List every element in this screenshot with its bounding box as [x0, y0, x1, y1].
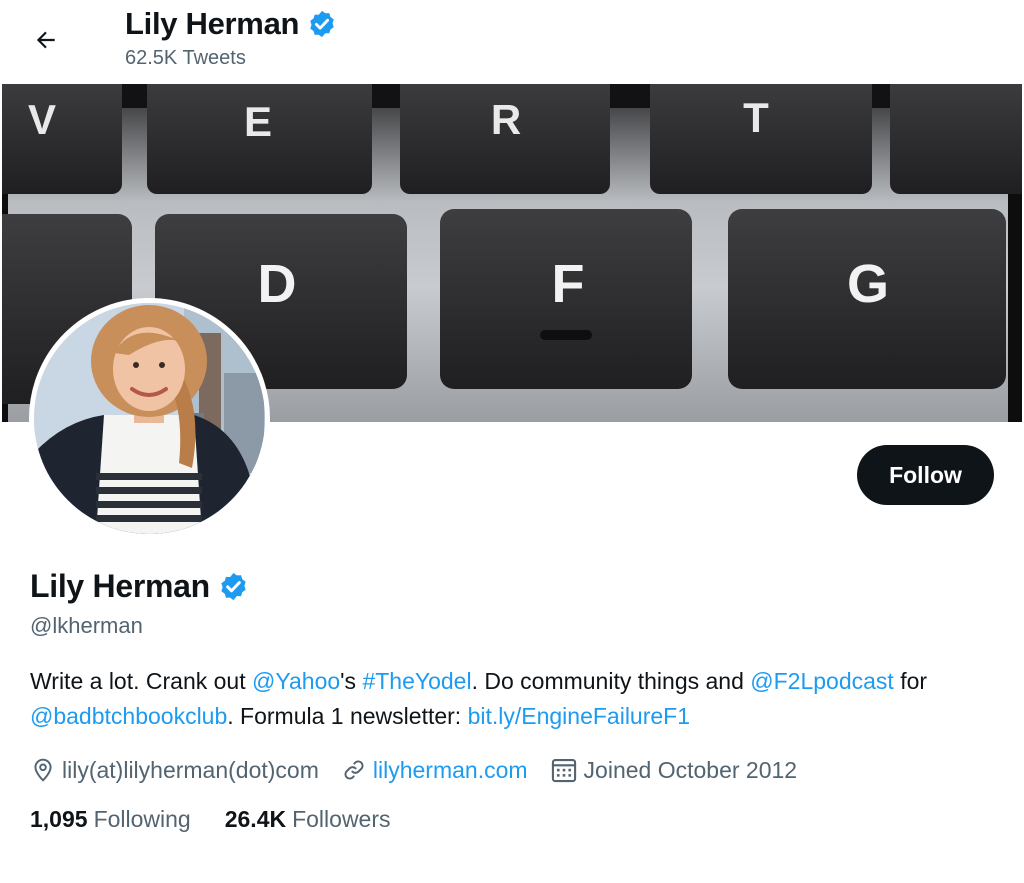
profile-handle: @lkherman	[30, 613, 143, 638]
website-link[interactable]: lilyherman.com	[373, 757, 528, 784]
bio-text-3: . Do community things and	[471, 668, 751, 694]
link-icon	[344, 760, 364, 780]
profile-meta: lily(at)lilyherman(dot)com lilyherman.co…	[30, 752, 819, 788]
arrow-left-icon	[36, 31, 55, 49]
header-name: Lily Herman	[125, 6, 337, 42]
location-text: lily(at)lilyherman(dot)com	[62, 756, 319, 783]
profile-name-text: Lily Herman	[30, 568, 210, 604]
followers-label: Followers	[292, 806, 391, 832]
key-label-v: V	[28, 96, 56, 143]
key-v	[2, 84, 122, 194]
location-pin-icon	[34, 758, 52, 782]
profile-bio: Write a lot. Crank out @Yahoo's #TheYode…	[30, 664, 1005, 734]
bio-text-2: 's	[340, 668, 363, 694]
follow-button[interactable]: Follow	[857, 445, 994, 505]
header-name-text: Lily Herman	[125, 6, 300, 41]
back-button[interactable]	[24, 18, 68, 62]
calendar-icon	[551, 759, 576, 783]
bio-link-newsletter[interactable]: bit.ly/EngineFailureF1	[468, 703, 690, 729]
profile-joined: Joined October 2012	[550, 756, 798, 784]
profile-avatar[interactable]	[29, 298, 270, 539]
profile-header-bar: Lily Herman 62.5K Tweets	[0, 0, 1024, 84]
bio-text-5: . Formula 1 newsletter:	[227, 703, 468, 729]
key-label-f: F	[552, 254, 585, 314]
key-y	[890, 84, 1022, 194]
following-link[interactable]: 1,095 Following	[30, 806, 191, 833]
tweet-count: 62.5K Tweets	[125, 47, 246, 69]
key-label-d: D	[258, 254, 297, 314]
profile-stats: 1,095 Following 26.4K Followers	[30, 806, 425, 833]
bio-mention-badbtchbookclub[interactable]: @badbtchbookclub	[30, 703, 227, 729]
verified-badge-icon	[221, 572, 246, 601]
profile-website: lilyherman.com	[341, 757, 528, 784]
key-label-e: E	[244, 98, 272, 145]
key-label-g: G	[847, 254, 889, 314]
bio-text-1: Write a lot. Crank out	[30, 668, 252, 694]
profile-name: Lily Herman	[30, 568, 249, 605]
bio-hashtag-theyodel[interactable]: #TheYodel	[362, 668, 471, 694]
profile-location: lily(at)lilyherman(dot)com	[30, 757, 319, 784]
bio-mention-yahoo[interactable]: @Yahoo	[252, 668, 340, 694]
followers-link[interactable]: 26.4K Followers	[225, 806, 391, 833]
following-count: 1,095	[30, 806, 88, 832]
key-label-t: T	[743, 94, 769, 141]
followers-count: 26.4K	[224, 806, 287, 832]
bio-text-4: for	[893, 668, 928, 694]
key-label-r: R	[491, 96, 521, 143]
following-label: Following	[93, 806, 191, 832]
joined-text: Joined October 2012	[583, 756, 798, 783]
bio-mention-f2lpodcast[interactable]: @F2Lpodcast	[750, 668, 894, 694]
verified-badge-icon	[310, 10, 334, 38]
key-f-bump	[540, 330, 592, 340]
